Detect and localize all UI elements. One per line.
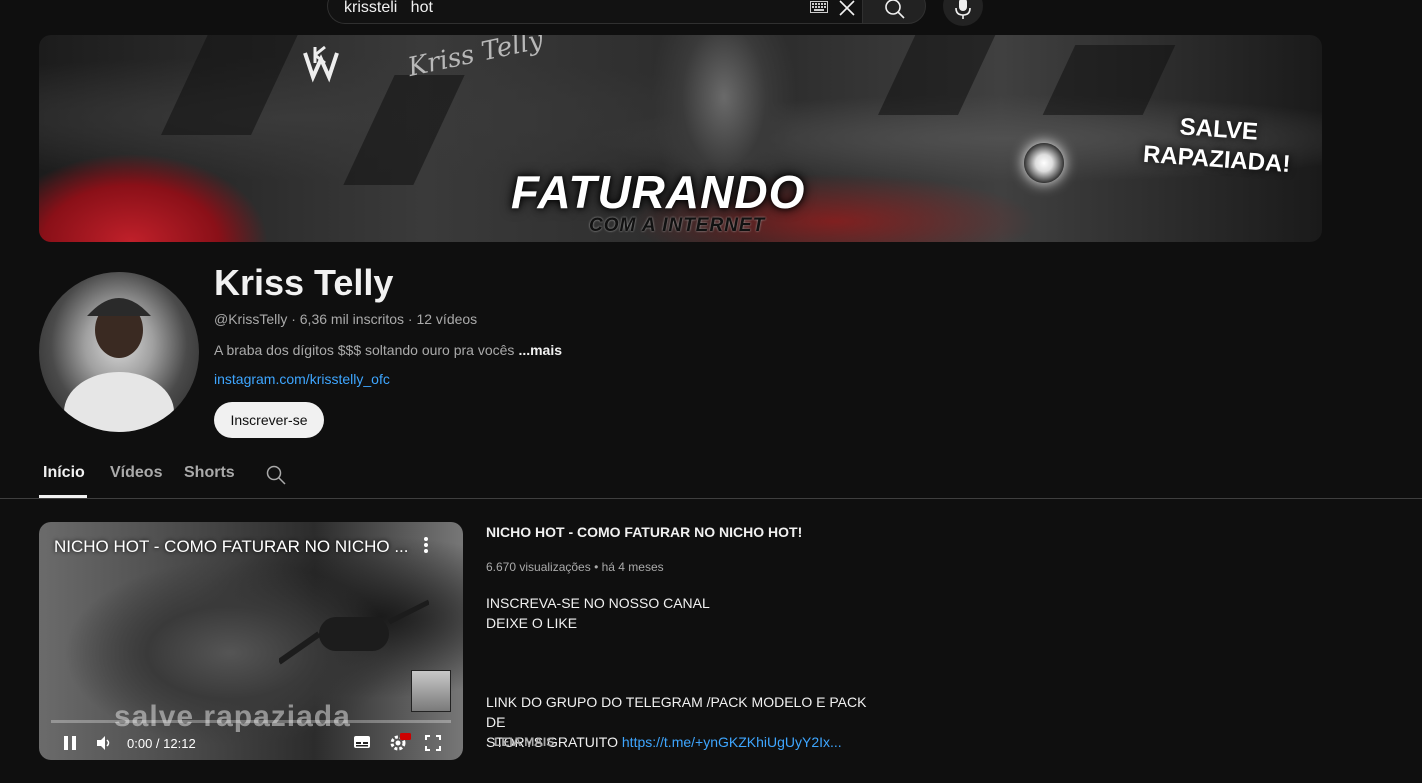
clear-search-icon[interactable] [838,0,856,17]
read-more-button[interactable]: LEIA MAIS [494,735,554,749]
settings-icon[interactable] [389,731,411,753]
studio-microphone-graphic [279,599,429,665]
description-line: INSCREVA-SE NO NOSSO CANAL [486,595,710,611]
player-title[interactable]: NICHO HOT - COMO FATURAR NO NICHO ... [54,537,409,557]
more-link[interactable]: ...mais [518,342,562,358]
pause-icon[interactable] [63,735,77,751]
spotlight-graphic [1024,143,1064,183]
progress-bar[interactable] [51,720,451,723]
channel-tabs: Início Vídeos Shorts [0,452,1422,499]
search-button[interactable] [862,0,926,24]
signature-logo: Kriss Telly [405,35,546,83]
channel-description[interactable]: A braba dos dígitos $$$ soltando ouro pr… [214,342,562,358]
channel-name: Kriss Telly [214,262,394,303]
featured-video-stats: 6.670 visualizações • há 4 meses [486,560,664,574]
voice-search-button[interactable] [943,0,983,26]
subtitles-icon[interactable] [353,735,371,749]
keyboard-icon[interactable] [810,1,828,13]
active-tab-indicator [39,495,87,498]
microphone-icon [955,0,971,19]
featured-video-title[interactable]: NICHO HOT - COMO FATURAR NO NICHO HOT! [486,524,802,540]
fullscreen-icon[interactable] [425,735,441,751]
description-line: DEIXE O LIKE [486,615,578,631]
channel-meta: @KrissTelly · 6,36 mil inscritos · 12 ví… [214,311,478,327]
player-controls: 0:00 / 12:12 [39,727,463,760]
channel-banner: Kriss Telly FATURANDO COM A INTERNET SAL… [39,35,1322,242]
search-input[interactable]: krissteli hot [327,0,862,24]
channel-external-link[interactable]: instagram.com/krisstelly_ofc [214,371,390,387]
wk-logo-icon [303,45,339,83]
banner-salve-text: SALVE RAPAZIADA! [1142,110,1293,180]
search-bar: krissteli hot [327,0,927,26]
end-screen-thumbnail[interactable] [411,670,451,712]
tab-inicio[interactable]: Início [43,464,85,482]
avatar-portrait [64,298,174,432]
search-icon [885,0,905,19]
featured-video-player[interactable]: NICHO HOT - COMO FATURAR NO NICHO ... sa… [39,522,463,760]
time-display: 0:00 / 12:12 [127,736,196,751]
telegram-link[interactable]: https://t.me/+ynGKZKhiUgUyY2Ix... [622,734,842,750]
search-query: krissteli hot [344,0,433,16]
subscribe-button[interactable]: Inscrever-se [214,402,324,438]
channel-avatar[interactable] [39,272,199,432]
tab-videos[interactable]: Vídeos [110,464,162,482]
volume-icon[interactable] [96,735,112,751]
tab-search-icon[interactable] [266,465,286,485]
banner-subline: COM A INTERNET [589,215,766,236]
tab-shorts[interactable]: Shorts [184,464,235,482]
banner-headline: FATURANDO [511,166,806,218]
more-options-icon[interactable] [424,536,428,554]
featured-video-description: INSCREVA-SE NO NOSSO CANAL DEIXE O LIKE [486,593,886,633]
description-line: LINK DO GRUPO DO TELEGRAM /PACK MODELO E… [486,694,867,730]
poker-table-graphic [39,153,269,242]
channel-description-text: A braba dos dígitos $$$ soltando ouro pr… [214,342,515,358]
